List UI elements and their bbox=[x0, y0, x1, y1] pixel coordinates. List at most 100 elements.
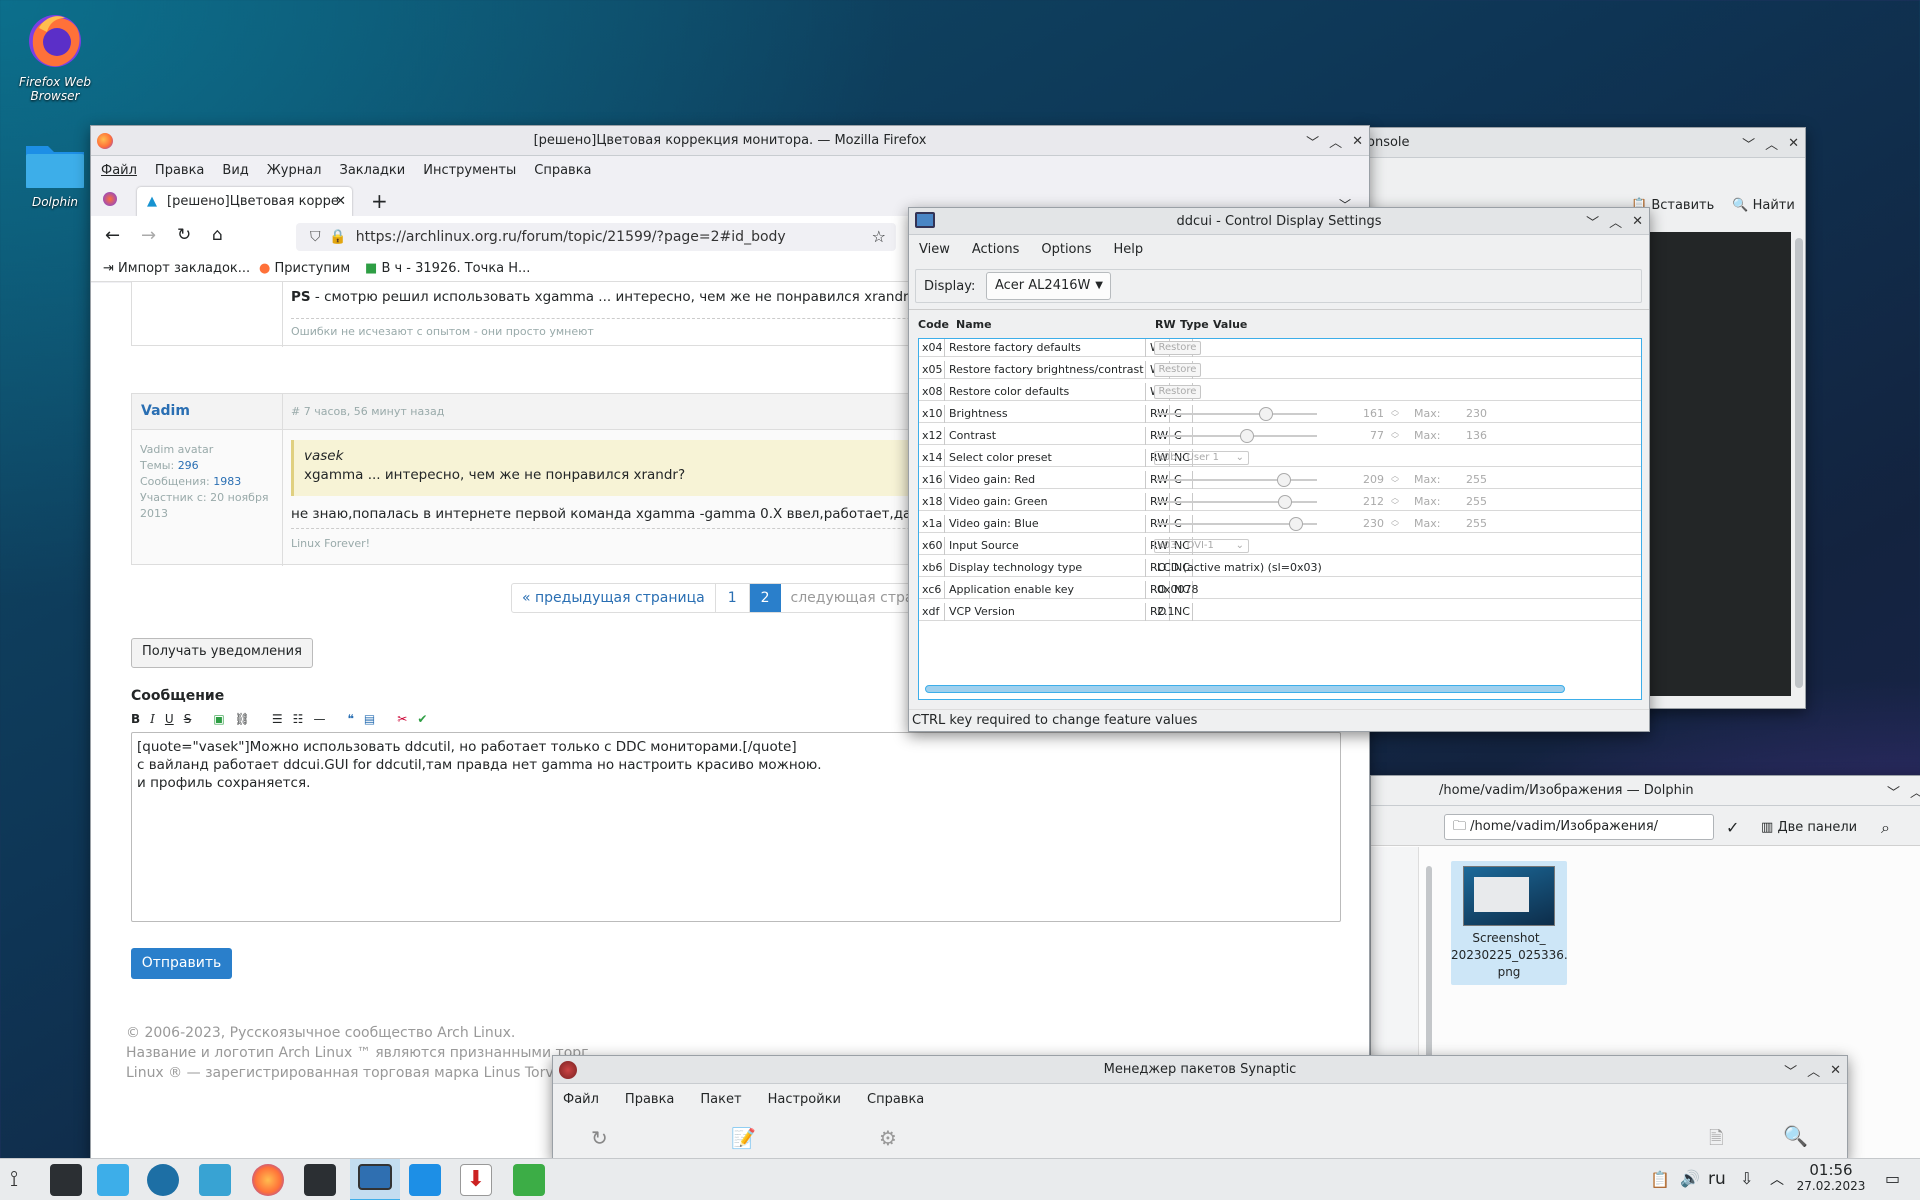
menu-tools[interactable]: Инструменты bbox=[423, 163, 516, 178]
feature-row[interactable]: x14 Select color preset RW NC x0b - User 1 ⌄ bbox=[919, 448, 1641, 467]
maximize-icon[interactable]: ︿ bbox=[1329, 132, 1342, 151]
clock[interactable]: 01:56 27.02.2023 bbox=[1796, 1162, 1866, 1194]
minimize-icon[interactable]: ﹀ bbox=[1306, 132, 1319, 151]
ddcui-titlebar[interactable]: ddcui - Control Display Settings ﹀ ︿ ✕ bbox=[909, 208, 1649, 235]
updates-icon[interactable]: ⇩ bbox=[1740, 1169, 1753, 1188]
post-time-link[interactable]: # 7 часов, 56 минут назад bbox=[291, 405, 444, 418]
ddcui-task-icon[interactable] bbox=[350, 1159, 400, 1200]
close-icon[interactable]: ✕ bbox=[1830, 1063, 1841, 1078]
screenshot-task-icon[interactable] bbox=[513, 1164, 545, 1196]
menu-view[interactable]: Вид bbox=[222, 163, 248, 178]
settings-task-icon[interactable] bbox=[147, 1164, 179, 1196]
slider-handle[interactable] bbox=[1289, 517, 1303, 531]
feature-row[interactable]: x12ContrastRWC77︿﹀Max:136 bbox=[919, 426, 1641, 445]
menu-edit[interactable]: Правка bbox=[625, 1092, 674, 1107]
split-view-button[interactable]: ▥ Две панели bbox=[1761, 820, 1857, 835]
value-spinbox[interactable]: 77 bbox=[1324, 429, 1384, 442]
konsole-task-icon[interactable] bbox=[50, 1164, 82, 1196]
maximize-icon[interactable]: ︿ bbox=[1807, 1061, 1820, 1080]
subscribe-button[interactable]: Получать уведомления bbox=[131, 638, 313, 668]
feature-row[interactable]: xdf VCP Version RO NC 2.1 bbox=[919, 602, 1641, 621]
value-spinbox[interactable]: 161 bbox=[1324, 407, 1384, 420]
restore-button[interactable]: Restore bbox=[1154, 363, 1201, 377]
value-spinbox[interactable]: 209 bbox=[1324, 473, 1384, 486]
clipboard-icon[interactable]: 📋 bbox=[1650, 1170, 1670, 1189]
bookmark-import[interactable]: ⇥ Импорт закладок... bbox=[103, 261, 250, 276]
volume-icon[interactable]: 🔊 bbox=[1680, 1169, 1700, 1188]
maximize-icon[interactable]: ︿ bbox=[1910, 782, 1920, 801]
preview-icon[interactable]: ✔ bbox=[417, 712, 427, 726]
keyboard-layout[interactable]: ru bbox=[1708, 1169, 1726, 1189]
horizontal-scrollbar[interactable] bbox=[925, 685, 1565, 693]
feature-row[interactable]: x10BrightnessRWC161︿﹀Max:230 bbox=[919, 404, 1641, 423]
pagination-page-1[interactable]: 1 bbox=[716, 584, 750, 612]
hr-icon[interactable]: — bbox=[313, 712, 325, 726]
close-icon[interactable]: ✕ bbox=[1788, 136, 1799, 151]
back-icon[interactable]: ← bbox=[105, 225, 120, 246]
apply-icon[interactable]: ⚙ bbox=[879, 1126, 897, 1150]
menu-help[interactable]: Справка bbox=[534, 163, 591, 178]
feature-row[interactable]: x16Video gain: RedRWC209︿﹀Max:255 bbox=[919, 470, 1641, 489]
underline-icon[interactable]: U bbox=[165, 712, 174, 726]
code-icon[interactable]: ▤ bbox=[364, 712, 375, 726]
feature-row[interactable]: x60 Input Source RW NC x03 - DVI-1 ⌄ bbox=[919, 536, 1641, 555]
firefox-titlebar[interactable]: [решено]Цветовая коррекция монитора. — M… bbox=[91, 126, 1369, 156]
feature-row[interactable]: x1aVideo gain: BlueRWC230︿﹀Max:255 bbox=[919, 514, 1641, 533]
value-slider[interactable] bbox=[1157, 495, 1317, 509]
search-icon[interactable]: 🔍 bbox=[1783, 1124, 1808, 1148]
synaptic-titlebar[interactable]: Менеджер пакетов Synaptic ﹀ ︿ ✕ bbox=[553, 1056, 1847, 1084]
link-icon[interactable]: ⛓ bbox=[235, 712, 250, 726]
location-bar[interactable]: 🗀 /home/vadim/Изображения/ bbox=[1444, 814, 1714, 840]
value-combo[interactable]: x03 - DVI-1 ⌄ bbox=[1154, 539, 1249, 553]
home-icon[interactable]: ⌂ bbox=[212, 225, 223, 245]
bookmark-point[interactable]: ■ В ч - 31926. Точка Н... bbox=[365, 261, 530, 276]
slider-handle[interactable] bbox=[1277, 473, 1291, 487]
desktop-icon-dolphin[interactable]: Dolphin bbox=[10, 140, 100, 209]
value-spinbox[interactable]: 230 bbox=[1324, 517, 1384, 530]
menu-options[interactable]: Options bbox=[1041, 242, 1091, 257]
reload-icon[interactable]: ↻ bbox=[177, 225, 191, 245]
spin-arrows-icon[interactable]: ︿ ﹀ bbox=[1391, 428, 1399, 444]
show-desktop-icon[interactable]: ▭ bbox=[1885, 1169, 1900, 1188]
properties-icon[interactable]: 🗎 bbox=[1709, 1126, 1723, 1156]
slider-handle[interactable] bbox=[1240, 429, 1254, 443]
spin-arrows-icon[interactable]: ︿ ﹀ bbox=[1391, 494, 1399, 510]
bold-icon[interactable]: B bbox=[131, 712, 140, 726]
feature-row[interactable]: x04Restore factory defaultsWONCRestore bbox=[919, 339, 1641, 357]
konsole-titlebar[interactable]: onsole ﹀ ︿ ✕ bbox=[1361, 128, 1805, 158]
spin-arrows-icon[interactable]: ︿ ﹀ bbox=[1391, 472, 1399, 488]
minimize-icon[interactable]: ﹀ bbox=[1742, 134, 1755, 153]
new-tab-icon[interactable]: + bbox=[371, 189, 388, 213]
close-icon[interactable]: ✕ bbox=[1352, 134, 1363, 149]
minimize-icon[interactable]: ﹀ bbox=[1586, 212, 1599, 231]
minimize-icon[interactable]: ﹀ bbox=[1784, 1061, 1797, 1080]
menu-history[interactable]: Журнал bbox=[267, 163, 322, 178]
close-icon[interactable]: ✕ bbox=[1632, 214, 1643, 229]
reload-icon[interactable]: ↻ bbox=[591, 1126, 608, 1150]
maximize-icon[interactable]: ︿ bbox=[1609, 212, 1622, 231]
menu-settings[interactable]: Настройки bbox=[768, 1092, 841, 1107]
menu-edit[interactable]: Правка bbox=[155, 163, 204, 178]
feature-row[interactable]: x18Video gain: GreenRWC212︿﹀Max:255 bbox=[919, 492, 1641, 511]
image-icon[interactable]: ▣ bbox=[213, 712, 224, 726]
value-slider[interactable] bbox=[1157, 407, 1317, 421]
scrollbar[interactable] bbox=[1795, 238, 1803, 688]
mark-upgrades-icon[interactable]: 📝 bbox=[731, 1126, 756, 1150]
menu-help[interactable]: Help bbox=[1114, 242, 1144, 257]
slider-handle[interactable] bbox=[1259, 407, 1273, 421]
search-icon[interactable]: ⌕ bbox=[1881, 818, 1890, 838]
maximize-icon[interactable]: ︿ bbox=[1765, 134, 1778, 153]
file-item[interactable]: Screenshot_ 20230225_025336. png bbox=[1451, 861, 1568, 985]
terminal-task-icon[interactable] bbox=[304, 1164, 336, 1196]
slider-handle[interactable] bbox=[1278, 495, 1292, 509]
feature-row[interactable]: x08Restore color defaultsWONCRestore bbox=[919, 382, 1641, 401]
menu-actions[interactable]: Actions bbox=[972, 242, 1020, 257]
value-slider[interactable] bbox=[1157, 517, 1317, 531]
menu-file[interactable]: Файл bbox=[563, 1092, 599, 1107]
firefox-task-icon[interactable] bbox=[252, 1164, 284, 1196]
restore-button[interactable]: Restore bbox=[1154, 341, 1201, 355]
menu-package[interactable]: Пакет bbox=[700, 1092, 741, 1107]
confirm-icon[interactable]: ✓ bbox=[1726, 818, 1739, 837]
spin-arrows-icon[interactable]: ︿ ﹀ bbox=[1391, 516, 1399, 532]
chevron-up-icon[interactable]: ︿ bbox=[1770, 1169, 1784, 1189]
